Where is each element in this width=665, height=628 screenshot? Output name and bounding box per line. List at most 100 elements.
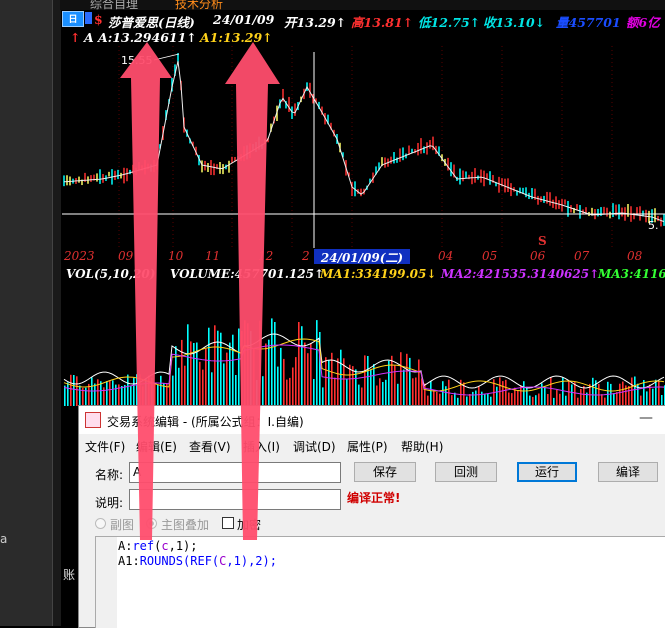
backtest-button[interactable]: 回测: [435, 462, 497, 482]
volume-bar: [262, 376, 264, 406]
volume-bar: [202, 369, 204, 406]
volume-bar: [187, 324, 189, 406]
dropdown-icon[interactable]: [85, 12, 92, 24]
volume-bar: [652, 388, 654, 406]
volume-bar: [295, 357, 297, 406]
volume-bar: [364, 355, 366, 406]
menu-properties[interactable]: 属性(P): [347, 438, 388, 455]
volume-bar: [208, 327, 210, 406]
cursor-date-label: 24/01/09(二): [314, 249, 410, 265]
volume-bar: [358, 384, 360, 406]
description-input[interactable]: [129, 489, 341, 510]
editor-gutter: [96, 537, 117, 628]
run-button[interactable]: 运行: [517, 462, 577, 482]
volume-bar: [370, 369, 372, 406]
volume-bar: [181, 339, 183, 406]
left-panel-border: [52, 0, 61, 626]
volume-bar: [145, 378, 147, 406]
menu-debug[interactable]: 调试(D): [293, 438, 336, 455]
date-tick: 10: [168, 249, 184, 263]
volume-bar: [94, 383, 96, 406]
description-label: 说明:: [95, 496, 124, 510]
subchart-radio[interactable]: [95, 518, 106, 529]
indicator-header: ↑ A A:13.294611↑ A1:13.29↑: [62, 30, 665, 46]
dialog-titlebar[interactable]: 交易系统编辑 - (所属公式组：I.自编) —: [79, 406, 665, 434]
code-editor[interactable]: A:ref(c,1); A1:ROUNDS(REF(C,1),2);: [95, 536, 665, 628]
menu-edit[interactable]: 编辑(E): [136, 438, 177, 455]
volume-bar: [235, 375, 237, 406]
volume-bar: [505, 379, 507, 406]
date-axis: 2023 09 10 11 12 2 24/01/09(二) 04 05 06 …: [62, 234, 665, 265]
volume-bar: [631, 377, 633, 406]
volume-bar: [334, 377, 336, 406]
volume-bar: [124, 385, 126, 406]
menu-file[interactable]: 文件(F): [85, 438, 125, 455]
volume-bar: [391, 355, 393, 406]
date-tick: 12: [258, 249, 274, 263]
volume-bar: [271, 318, 273, 406]
left-panel: a 账: [0, 0, 75, 626]
volume-current: VOLUME:457701.125↑: [170, 267, 325, 281]
volume-bar: [241, 330, 243, 406]
subchart-label: 副图: [110, 518, 135, 532]
volume-chart[interactable]: [62, 282, 665, 406]
volume-bar: [418, 359, 420, 406]
code-line: A1:ROUNDS(REF(C,1),2);: [118, 554, 277, 568]
volume-bar: [253, 347, 255, 406]
volume-bar: [172, 375, 174, 406]
encrypt-checkbox[interactable]: [222, 517, 234, 529]
compile-button[interactable]: 编译: [598, 462, 658, 482]
volume-bar: [355, 369, 357, 406]
volume-bar: [415, 377, 417, 406]
volume-bar: [634, 376, 636, 406]
volume-bar: [289, 377, 291, 406]
volume-bar: [283, 358, 285, 406]
volume-bar: [220, 332, 222, 406]
menu-view[interactable]: 查看(V): [189, 438, 231, 455]
volume-bar: [148, 375, 150, 406]
volume-bar: [142, 386, 144, 406]
volume-bar: [430, 380, 432, 406]
minimize-icon[interactable]: —: [639, 410, 653, 426]
volume-bar: [256, 380, 258, 406]
price-chart[interactable]: 15.55 5.: [62, 46, 665, 248]
volume-bar: [523, 381, 525, 406]
volume-bar: [244, 320, 246, 406]
volume-bar: [496, 386, 498, 406]
volume-bar: [250, 331, 252, 406]
volume-bar: [298, 322, 300, 406]
volume-bar: [109, 380, 111, 406]
volume-bar: [97, 379, 99, 406]
volume-bar: [160, 375, 162, 406]
volume-bar: [133, 377, 135, 406]
name-input[interactable]: A: [129, 462, 341, 483]
volume-bar: [517, 390, 519, 406]
date-tick: 2023: [64, 249, 95, 263]
volume-bar: [154, 383, 156, 406]
volume-bar: [352, 366, 354, 406]
date-tick: 2: [302, 249, 310, 263]
code-line: A:ref(c,1);: [118, 539, 198, 553]
volume-bar: [502, 381, 504, 406]
volume-bar: [379, 378, 381, 406]
main-overlay-radio[interactable]: [146, 518, 157, 529]
volume-bar: [232, 334, 234, 406]
volume-bar: [337, 358, 339, 406]
menu-help[interactable]: 帮助(H): [401, 438, 443, 455]
left-panel-mark: a: [0, 532, 8, 546]
volume-bar: [472, 391, 474, 406]
volume-bar: [349, 364, 351, 406]
volume-bar: [544, 386, 546, 406]
stock-title: 莎普爱思(日线): [108, 15, 195, 30]
menu-bar: 文件(F) 编辑(E) 查看(V) 插入(I) 调试(D) 属性(P) 帮助(H…: [79, 434, 665, 456]
volume-bar: [331, 352, 333, 406]
menu-insert[interactable]: 插入(I): [243, 438, 280, 455]
volume-bar: [214, 325, 216, 406]
volume-bar: [475, 390, 477, 406]
volume-bar: [367, 356, 369, 406]
high-price-leader: [153, 53, 180, 61]
period-selector[interactable]: 日: [62, 11, 84, 27]
volume-bar: [76, 376, 78, 406]
volume-bar: [136, 374, 138, 406]
save-button[interactable]: 保存: [354, 462, 416, 482]
